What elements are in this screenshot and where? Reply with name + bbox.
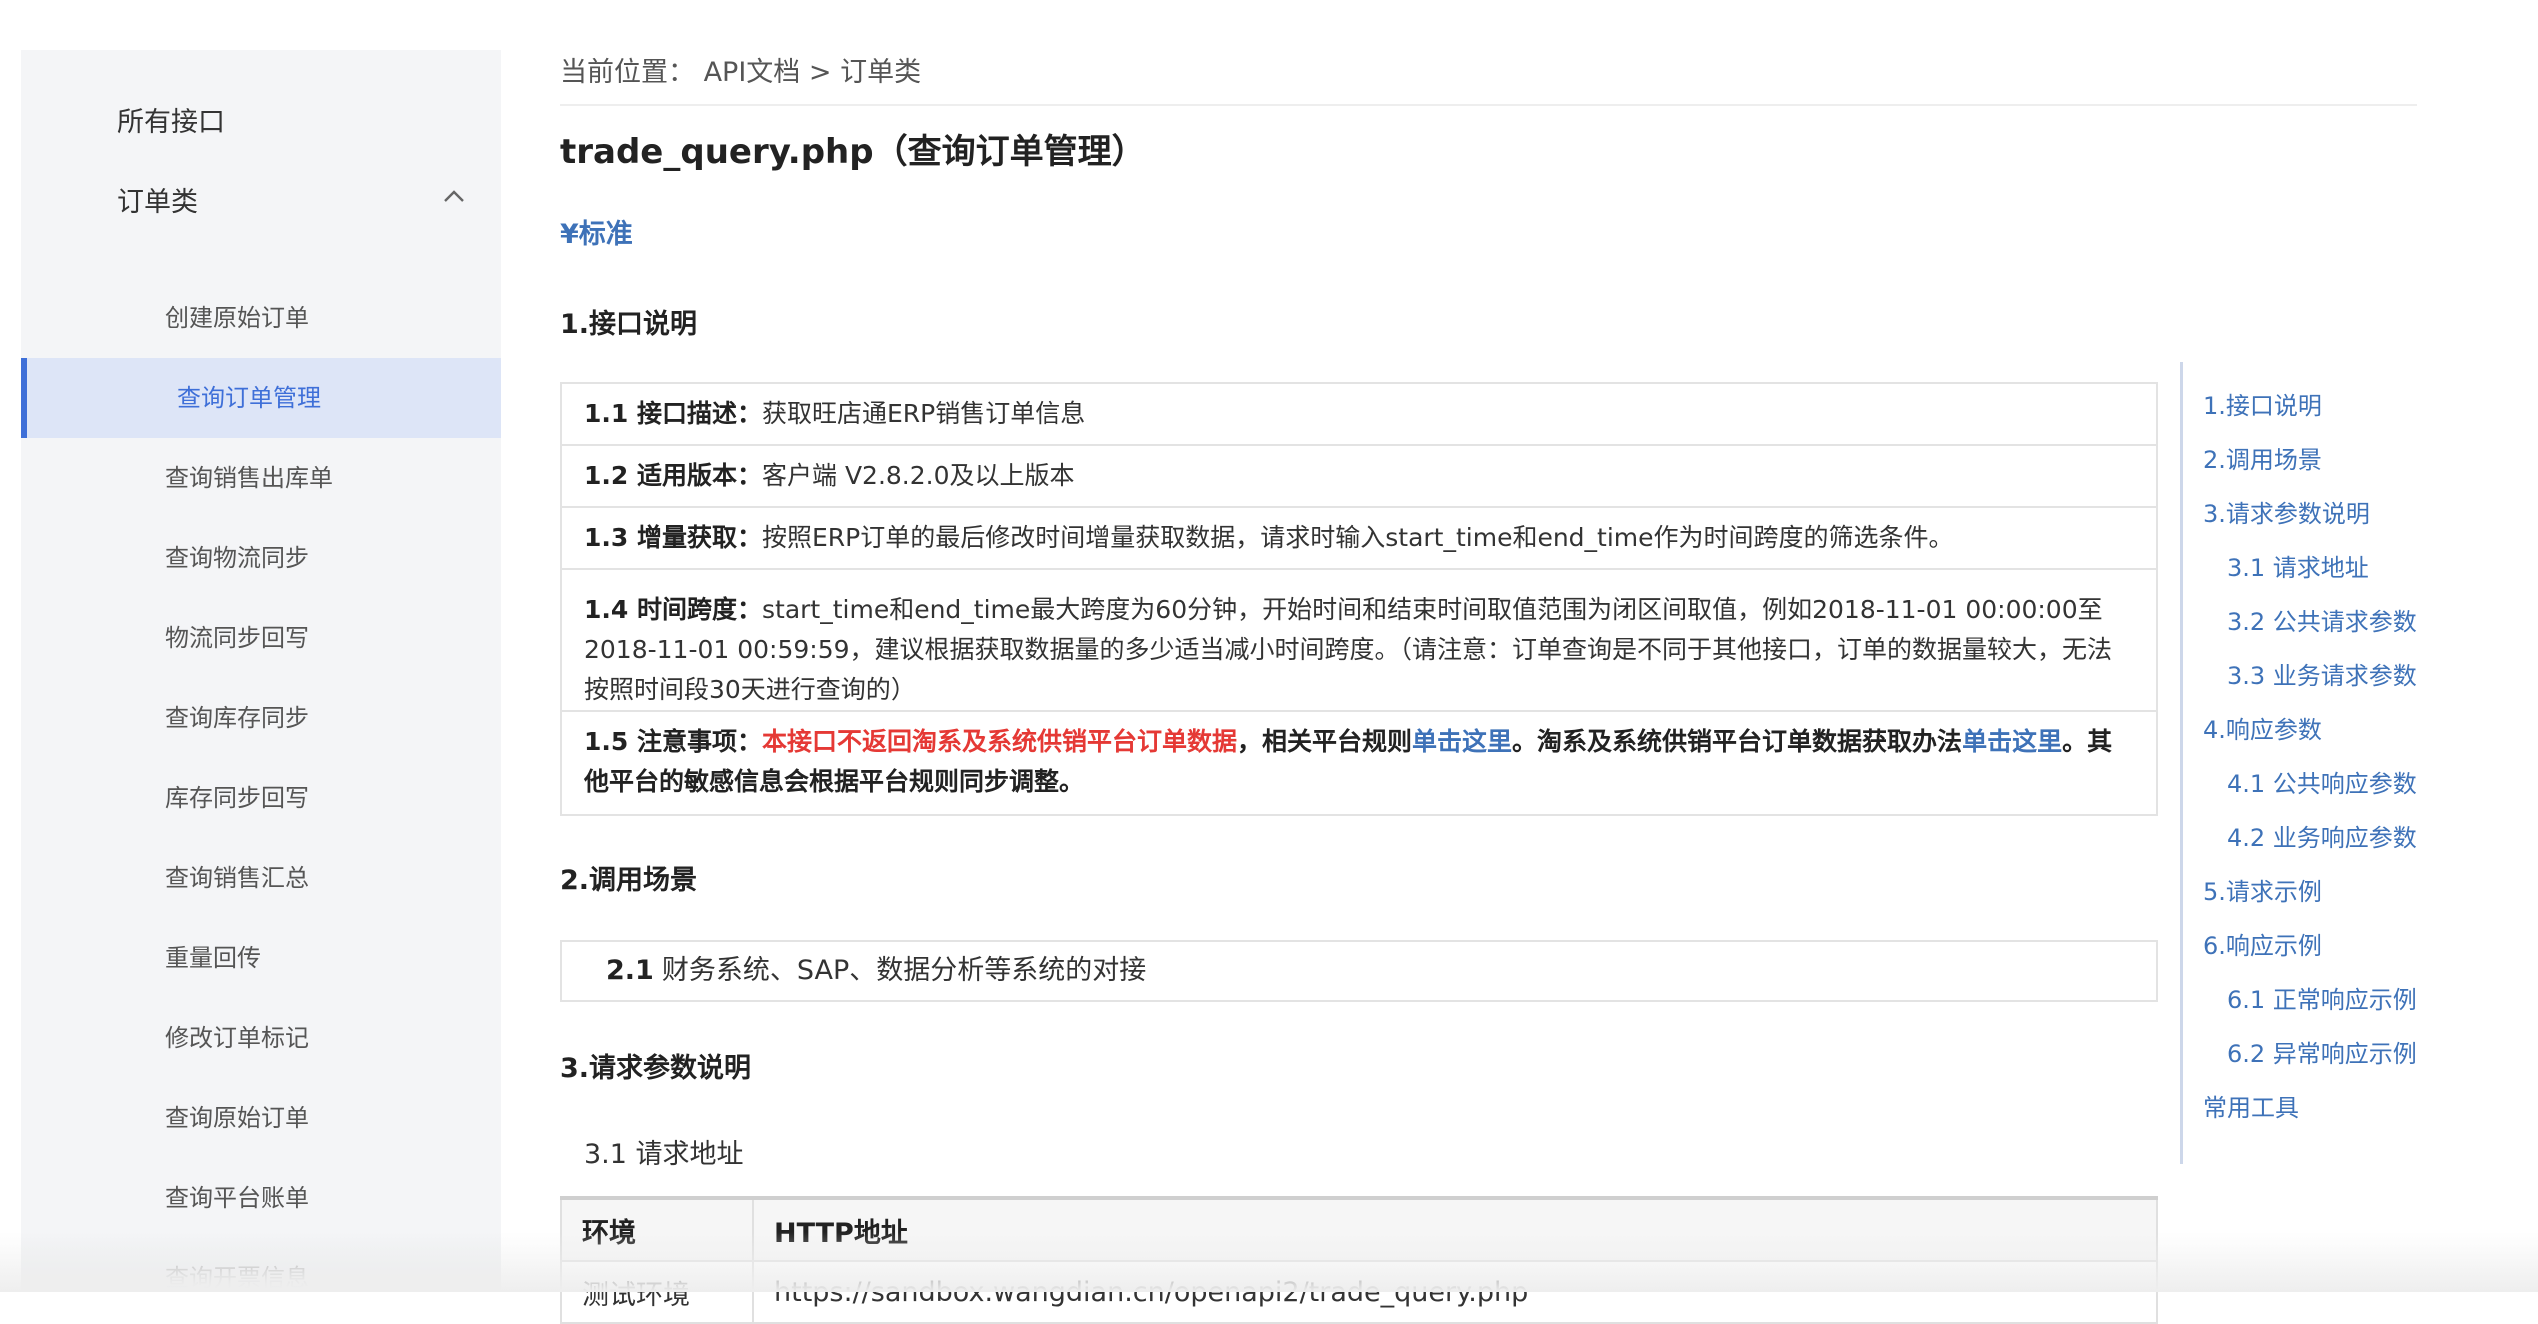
interface-desc-box: 1.1 接口描述： 获取旺店通ERP销售订单信息 1.2 适用版本： 客户端 V… [560, 382, 2158, 816]
note-text: ，相关平台规则 [1237, 727, 1413, 756]
desc-row-label: 1.1 接口描述： [584, 399, 762, 428]
desc-row-text: 按照ERP订单的最后修改时间增量获取数据，请求时输入start_time和end… [762, 523, 1954, 552]
table-row: 测试环境 https://sandbox.wangdian.cn/openapi… [560, 1260, 2158, 1324]
chevron-up-icon[interactable] [443, 186, 465, 208]
toc-item-normal-response-example[interactable]: 6.1 正常响应示例 [2227, 980, 2417, 1015]
standard-tag[interactable]: ¥标准 [560, 212, 633, 251]
sidebar-item-query-invoice-info[interactable]: 查询开票信息 [21, 1238, 501, 1292]
table-of-contents: 1.接口说明 2.调用场景 3.请求参数说明 3.1 请求地址 3.2 公共请求… [2180, 362, 2483, 1164]
sidebar-item-query-sales-summary[interactable]: 查询销售汇总 [21, 838, 501, 918]
desc-row-label: 1.5 注意事项： [584, 727, 762, 756]
subsection-heading-request-url: 3.1 请求地址 [584, 1139, 744, 1170]
click-here-link-2[interactable]: 单击这里 [1962, 727, 2062, 756]
sidebar: 所有接口 订单类 创建原始订单 查询订单管理 查询销售出库单 查询物流同步 物流… [21, 50, 501, 1292]
toc-item-business-request-params[interactable]: 3.3 业务请求参数 [2227, 656, 2417, 691]
sidebar-item-all-apis[interactable]: 所有接口 [117, 100, 225, 139]
desc-row-4: 1.4 时间跨度：start_time和end_time最大跨度为60分钟，开始… [562, 570, 2156, 712]
sidebar-item-query-order-management[interactable]: 查询订单管理 [21, 358, 501, 438]
table-header-env: 环境 [560, 1196, 754, 1262]
sidebar-item-query-stock-sync[interactable]: 查询库存同步 [21, 678, 501, 758]
toc-item-common-tools[interactable]: 常用工具 [2203, 1088, 2299, 1123]
toc-item-usage-scene[interactable]: 2.调用场景 [2203, 440, 2322, 475]
section-heading-request-params: 3.请求参数说明 [560, 1053, 752, 1084]
toc-item-response-example[interactable]: 6.响应示例 [2203, 926, 2322, 961]
request-url-table: 环境 HTTP地址 测试环境 https://sandbox.wangdian.… [560, 1196, 2158, 1324]
section-heading-usage-scene: 2.调用场景 [560, 865, 698, 896]
table-cell-url[interactable]: https://sandbox.wangdian.cn/openapi2/tra… [752, 1260, 2158, 1324]
desc-row-text: 客户端 V2.8.2.0及以上版本 [762, 461, 1075, 490]
desc-row-text: 获取旺店通ERP销售订单信息 [762, 399, 1086, 428]
scene-number: 2.1 [606, 955, 654, 986]
breadcrumb: 当前位置： API文档 > 订单类 [560, 57, 922, 88]
toc-item-interface-desc[interactable]: 1.接口说明 [2203, 386, 2322, 421]
sidebar-group-order[interactable]: 订单类 [117, 180, 198, 219]
page-title: trade_query.php（查询订单管理） [560, 132, 1146, 172]
usage-scene-box: 2.1 财务系统、SAP、数据分析等系统的对接 [560, 940, 2158, 1002]
toc-item-business-response-params[interactable]: 4.2 业务响应参数 [2227, 818, 2417, 853]
desc-row-label: 1.2 适用版本： [584, 461, 762, 490]
main-content: 当前位置： API文档 > 订单类 trade_query.php（查询订单管理… [560, 0, 2417, 1324]
desc-row-5: 1.5 注意事项：本接口不返回淘系及系统供销平台订单数据，相关平台规则单击这里。… [562, 712, 2156, 814]
desc-row-3: 1.3 增量获取： 按照ERP订单的最后修改时间增量获取数据，请求时输入star… [562, 508, 2156, 570]
toc-item-error-response-example[interactable]: 6.2 异常响应示例 [2227, 1034, 2417, 1069]
scene-text: 财务系统、SAP、数据分析等系统的对接 [661, 955, 1147, 986]
sidebar-item-logistics-sync-writeback[interactable]: 物流同步回写 [21, 598, 501, 678]
sidebar-item-modify-order-flag[interactable]: 修改订单标记 [21, 998, 501, 1078]
desc-row-text: start_time和end_time最大跨度为60分钟，开始时间和结束时间取值… [584, 595, 2113, 704]
desc-row-label: 1.3 增量获取： [584, 523, 762, 552]
toc-item-request-params[interactable]: 3.请求参数说明 [2203, 494, 2370, 529]
sidebar-item-query-platform-bill[interactable]: 查询平台账单 [21, 1158, 501, 1238]
sidebar-item-create-raw-order[interactable]: 创建原始订单 [21, 278, 501, 358]
click-here-link-1[interactable]: 单击这里 [1412, 727, 1512, 756]
toc-item-common-request-params[interactable]: 3.2 公共请求参数 [2227, 602, 2417, 637]
breadcrumb-divider [560, 104, 2417, 106]
section-heading-interface-desc: 1.接口说明 [560, 309, 698, 340]
desc-row-label: 1.4 时间跨度： [584, 595, 762, 624]
sidebar-item-query-sales-outbound[interactable]: 查询销售出库单 [21, 438, 501, 518]
toc-item-request-example[interactable]: 5.请求示例 [2203, 872, 2322, 907]
toc-item-common-response-params[interactable]: 4.1 公共响应参数 [2227, 764, 2417, 799]
desc-row-2: 1.2 适用版本： 客户端 V2.8.2.0及以上版本 [562, 446, 2156, 508]
sidebar-item-query-logistics-sync[interactable]: 查询物流同步 [21, 518, 501, 598]
table-header-row: 环境 HTTP地址 [560, 1196, 2158, 1262]
table-cell-env: 测试环境 [560, 1260, 754, 1324]
sidebar-item-weight-upload[interactable]: 重量回传 [21, 918, 501, 998]
table-header-http-url: HTTP地址 [752, 1196, 2158, 1262]
sidebar-item-query-raw-order[interactable]: 查询原始订单 [21, 1078, 501, 1158]
sidebar-item-stock-sync-writeback[interactable]: 库存同步回写 [21, 758, 501, 838]
toc-item-response-params[interactable]: 4.响应参数 [2203, 710, 2322, 745]
toc-item-request-url[interactable]: 3.1 请求地址 [2227, 548, 2369, 583]
note-text: 。淘系及系统供销平台订单数据获取办法 [1512, 727, 1963, 756]
warning-text: 本接口不返回淘系及系统供销平台订单数据 [762, 727, 1238, 756]
desc-row-1: 1.1 接口描述： 获取旺店通ERP销售订单信息 [562, 384, 2156, 446]
